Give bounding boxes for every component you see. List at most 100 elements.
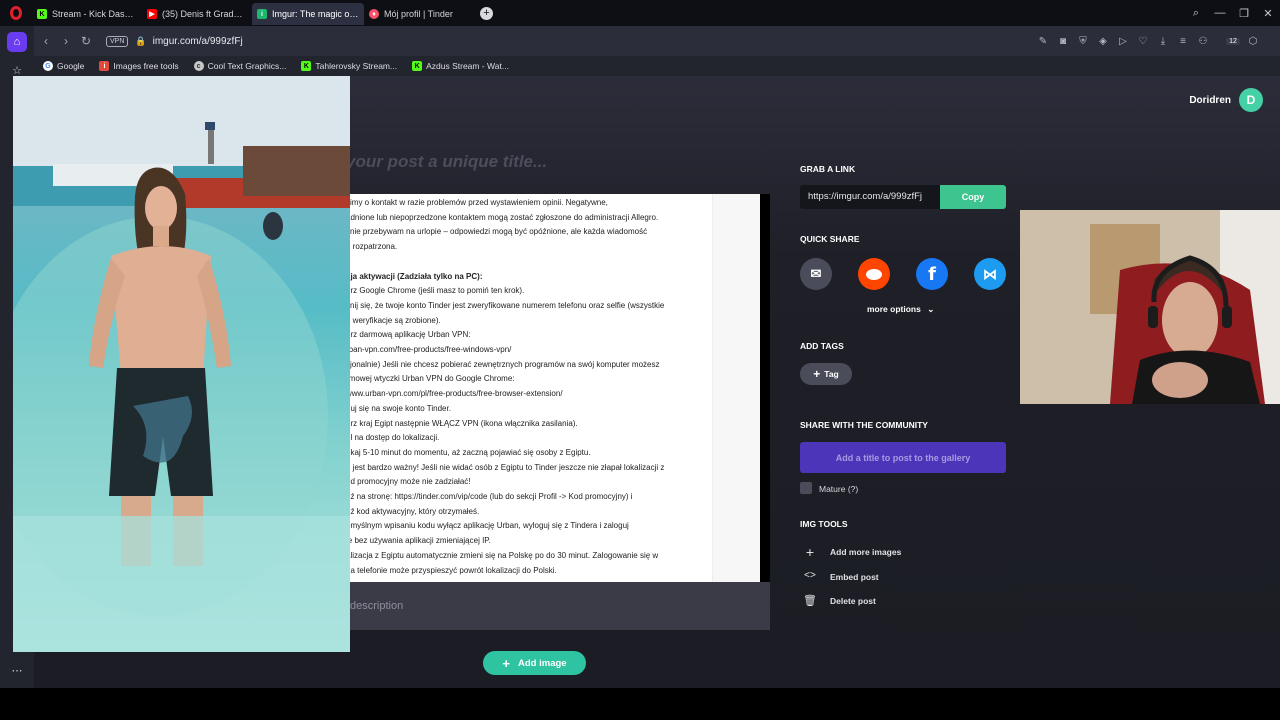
quick-share-heading: QUICK SHARE — [800, 234, 860, 244]
document-margin — [712, 194, 762, 582]
share-link-field[interactable]: https://imgur.com/a/999zfFj — [800, 185, 940, 209]
play-icon[interactable]: ▷ — [1116, 36, 1130, 47]
document-text-line: rmowej wtyczki Urban VPN do Google Chrom… — [346, 374, 515, 384]
copy-button[interactable]: Copy — [940, 185, 1006, 209]
email-icon: ✉ — [810, 266, 822, 281]
close-icon[interactable]: ✕ — [1256, 7, 1280, 20]
url-field[interactable]: imgur.com/a/999zfFj — [153, 36, 243, 47]
chevron-down-icon: ⌄ — [927, 304, 935, 314]
embed-post-button[interactable]: Embed post — [830, 572, 879, 582]
description-input[interactable]: description — [350, 600, 403, 612]
photo-illustration — [13, 76, 350, 652]
lock-icon[interactable]: 🔒 — [135, 36, 146, 47]
facebook-share-button[interactable]: f — [916, 258, 948, 290]
document-text-line: ie bez używania aplikacji zmieniającej I… — [346, 536, 491, 546]
bookmark-label: Tahlerovsky Stream... — [315, 61, 398, 71]
document-text-line: erz Google Chrome (jeśli masz to pomiń t… — [346, 286, 525, 296]
bookmark-cooltext[interactable]: c Cool Text Graphics... — [193, 61, 287, 71]
maximize-icon[interactable]: ❐ — [1232, 7, 1256, 20]
webcam-illustration — [1020, 210, 1280, 404]
add-tags-heading: ADD TAGS — [800, 341, 844, 351]
man-standing-in-sea-photo — [13, 76, 350, 652]
add-more-images-button[interactable]: Add more images — [830, 547, 901, 557]
home-icon[interactable]: ⌂ — [7, 32, 27, 52]
plus-icon: + — [813, 367, 821, 381]
address-bar-row: ‹ › ↻ VPN 🔒 imgur.com/a/999zfFj ✎ ◙ ⛨ ◈ … — [34, 26, 1280, 56]
forward-icon[interactable]: › — [56, 34, 76, 48]
opera-logo-icon[interactable] — [0, 0, 32, 26]
tag-label: Tag — [824, 369, 839, 379]
tab-kick-dashboard[interactable]: K Stream - Kick Dashboard — [32, 3, 142, 25]
google-icon: G — [43, 61, 53, 71]
extension-badge[interactable]: 12 — [1226, 37, 1240, 45]
cube-icon[interactable]: ⬡ — [1246, 36, 1260, 47]
download-icon[interactable]: ⤓ — [1156, 36, 1170, 47]
document-text-line: e rozpatrzona. — [346, 242, 398, 252]
community-heading: SHARE WITH THE COMMUNITY — [800, 420, 928, 430]
bluesky-share-button[interactable]: ⋈ — [974, 258, 1006, 290]
account-icon[interactable]: ⚇ — [1196, 36, 1210, 47]
post-title-input[interactable]: your post a unique title... — [346, 152, 547, 172]
document-text-line: ynij się, że twoje konto Tinder jest zwe… — [346, 300, 665, 310]
more-options-label: more options — [867, 304, 921, 314]
document-text-line: ól na dostęp do lokalizacji. — [346, 433, 440, 443]
camera-icon[interactable]: ◙ — [1056, 36, 1070, 47]
taskbar-area — [0, 688, 1280, 720]
bookmark-images-tools[interactable]: i Images free tools — [99, 61, 179, 71]
add-tag-button[interactable]: + Tag — [800, 363, 852, 385]
address-bar-icons: ✎ ◙ ⛨ ◈ ▷ ♡ ⤓ ≡ ⚇ 12 ⬡ — [1036, 26, 1260, 56]
bookmark-tahlerovsky[interactable]: K Tahlerovsky Stream... — [301, 61, 397, 71]
document-text-line: erz kraj Egipt następnie WŁĄCZ VPN (ikon… — [346, 418, 578, 428]
extensions-icon[interactable]: ◈ — [1096, 36, 1110, 47]
mature-label[interactable]: Mature (?) — [819, 484, 858, 494]
user-name: Doridren — [1189, 94, 1231, 106]
kick-icon: K — [412, 61, 423, 71]
document-text-line: rban-vpn.com/free-products/free-windows-… — [346, 345, 512, 354]
cooltext-icon: c — [193, 61, 204, 71]
delete-post-button[interactable]: Delete post — [830, 596, 876, 606]
window-controls: ⌕ — ❐ ✕ — [1184, 0, 1280, 26]
heart-icon[interactable]: ♡ — [1136, 36, 1150, 47]
back-icon[interactable]: ‹ — [36, 34, 56, 48]
add-image-label: Add image — [518, 657, 567, 669]
bookmark-label: Images free tools — [113, 61, 179, 71]
tab-label: Imgur: The magic of the I — [272, 9, 359, 19]
grab-link-heading: GRAB A LINK — [800, 164, 856, 174]
reddit-share-button[interactable] — [858, 258, 890, 290]
add-image-button[interactable]: + Add image — [483, 651, 586, 675]
bluesky-icon: ⋈ — [983, 265, 997, 282]
bookmark-label: Cool Text Graphics... — [207, 61, 287, 71]
user-menu[interactable]: Doridren D — [1189, 88, 1263, 112]
shield-icon[interactable]: ⛨ — [1076, 36, 1090, 47]
post-to-gallery-button[interactable]: Add a title to post to the gallery — [800, 442, 1006, 473]
uploaded-document-image: simy o kontakt w razie problemów przed w… — [344, 194, 762, 582]
bookmark-azdus[interactable]: K Azdus Stream - Wat... — [412, 61, 509, 71]
edit-icon[interactable]: ✎ — [1036, 36, 1050, 47]
imgur-icon: i — [257, 9, 267, 19]
search-icon[interactable]: ⌕ — [1184, 7, 1208, 20]
tab-imgur[interactable]: i Imgur: The magic of the I — [252, 3, 364, 25]
email-share-button[interactable]: ✉ — [800, 258, 832, 290]
reload-icon[interactable]: ↻ — [76, 34, 96, 48]
tab-label: Stream - Kick Dashboard — [52, 9, 137, 19]
bookmark-label: Google — [57, 61, 85, 71]
tab-tinder[interactable]: ♦ Mój profil | Tinder — [364, 3, 474, 25]
kick-icon: K — [37, 9, 47, 19]
new-tab-button[interactable]: + — [480, 6, 493, 20]
tab-youtube[interactable]: ▶ (35) Denis ft Gradu - F — [142, 3, 252, 25]
reddit-icon — [866, 268, 882, 280]
avatar[interactable]: D — [1239, 88, 1263, 112]
streamer-webcam — [1020, 210, 1280, 404]
description-area[interactable]: description — [344, 582, 770, 630]
document-text-line: ekaj 5-10 minut do momentu, aż zaczną po… — [346, 447, 591, 457]
minimize-icon[interactable]: — — [1208, 7, 1232, 19]
kick-icon: K — [301, 61, 312, 71]
bookmark-google[interactable]: G Google — [43, 61, 84, 71]
more-options-button[interactable]: more options ⌄ — [867, 304, 934, 315]
mature-checkbox[interactable] — [800, 482, 812, 494]
images-tools-icon: i — [99, 61, 110, 71]
menu-icon[interactable]: ≡ — [1176, 36, 1190, 47]
vpn-badge[interactable]: VPN — [106, 35, 129, 47]
code-icon: <> — [804, 570, 816, 581]
more-icon[interactable]: ⋯ — [7, 660, 27, 680]
